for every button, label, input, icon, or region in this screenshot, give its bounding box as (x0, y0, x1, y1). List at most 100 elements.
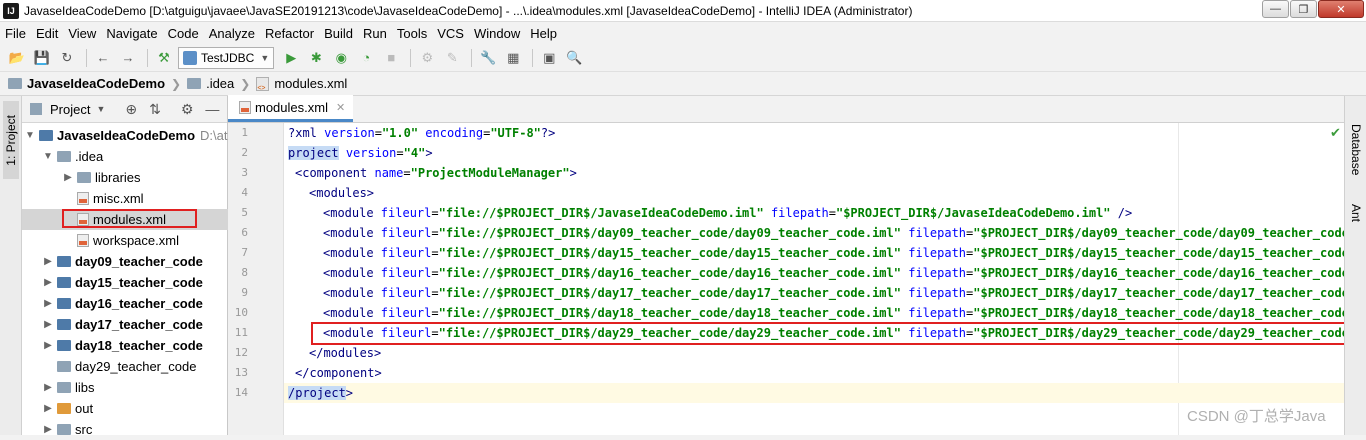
collapse-all-icon[interactable]: ⇅ (149, 101, 161, 118)
close-tab-icon[interactable]: ✕ (336, 101, 345, 114)
code-line-12: </modules> (309, 343, 381, 363)
equals: = (431, 306, 439, 320)
tree-node-day29[interactable]: day29_teacher_code (22, 356, 228, 377)
menu-window[interactable]: Window (469, 26, 525, 41)
menu-tools[interactable]: Tools (392, 26, 432, 41)
expand-arrow-icon[interactable]: ▼ (24, 130, 36, 141)
tree-node-workspace-xml[interactable]: workspace.xml (22, 230, 228, 251)
menu-navigate[interactable]: Navigate (101, 26, 162, 41)
collapse-arrow-icon[interactable]: ▶ (42, 319, 54, 330)
close-button[interactable]: ✕ (1318, 0, 1364, 18)
database-tool-tab[interactable]: Database (1349, 124, 1363, 175)
debug-icon[interactable]: ✱ (305, 47, 327, 69)
tree-node-libraries[interactable]: ▶ libraries (22, 167, 228, 188)
menu-build[interactable]: Build (319, 26, 358, 41)
gear-icon[interactable]: ⚙ (181, 101, 194, 118)
tree-node-day15[interactable]: ▶ day15_teacher_code (22, 272, 228, 293)
hide-panel-icon[interactable]: — (205, 101, 219, 117)
code-editor[interactable]: ?xml version="1.0" encoding="UTF-8"?> pr… (284, 123, 1344, 435)
coverage-icon[interactable]: ◉ (330, 47, 352, 69)
chevron-down-icon[interactable]: ▼ (96, 104, 105, 114)
tab-label: modules.xml (255, 99, 328, 115)
tree-node-src[interactable]: ▶ src (22, 419, 228, 440)
attr-value: "$PROJECT_DIR$/JavaseIdeaCodeDemo.iml" (835, 206, 1111, 220)
line-number: 9 (241, 286, 248, 299)
run-config-icon (183, 50, 197, 65)
wrench-settings-icon[interactable]: 🔧 (477, 47, 499, 69)
commit-icon[interactable]: ✎ (441, 47, 463, 69)
menu-help[interactable]: Help (525, 26, 562, 41)
tree-node-idea[interactable]: ▼ .idea (22, 146, 228, 167)
forward-arrow-icon[interactable]: → (117, 47, 139, 69)
attr-name: fileurl (380, 306, 432, 320)
tree-node-day09[interactable]: ▶ day09_teacher_code (22, 251, 228, 272)
menu-vcs[interactable]: VCS (432, 26, 469, 41)
menu-code[interactable]: Code (163, 26, 204, 41)
attr-value: "$PROJECT_DIR$/day18_teacher_code/day18_… (973, 306, 1344, 320)
project-tool-tab-label: 1: Project (4, 114, 18, 166)
tag-name: <module (323, 246, 381, 260)
ant-tool-tab[interactable]: Ant (1349, 204, 1363, 222)
menu-view[interactable]: View (63, 26, 101, 41)
update-icon[interactable]: ⚙ (416, 47, 438, 69)
expand-arrow-icon[interactable]: ▼ (42, 151, 54, 162)
attr-value: "$PROJECT_DIR$/day17_teacher_code/day17_… (973, 286, 1344, 300)
save-icon[interactable]: 💾 (31, 47, 53, 69)
tree-node-misc-xml[interactable]: misc.xml (22, 188, 228, 209)
tag-name: <modules> (309, 186, 375, 200)
toolbar-separator (532, 48, 534, 67)
locate-icon[interactable]: ⊕ (125, 101, 137, 118)
breadcrumb-folder[interactable]: .idea (187, 76, 234, 91)
maximize-button[interactable]: ❐ (1290, 0, 1317, 18)
line-number: 4 (241, 186, 248, 199)
tree-node-root[interactable]: ▼ JavaseIdeaCodeDemo D:\at (22, 125, 228, 146)
project-structure-icon[interactable]: ▦ (502, 47, 524, 69)
menu-file[interactable]: File (0, 26, 31, 41)
menu-refactor[interactable]: Refactor (260, 26, 319, 41)
tree-node-day18[interactable]: ▶ day18_teacher_code (22, 335, 228, 356)
equals: = (431, 206, 439, 220)
stop-icon[interactable]: ■ (380, 47, 402, 69)
run-config-selector[interactable]: TestJDBC ▼ (178, 46, 275, 69)
menu-edit[interactable]: Edit (31, 26, 63, 41)
tree-node-day16[interactable]: ▶ day16_teacher_code (22, 293, 228, 314)
build-hammer-icon[interactable]: ⚒ (153, 47, 175, 69)
equals: = (396, 146, 404, 160)
tab-modules-xml[interactable]: modules.xml ✕ (228, 95, 354, 122)
collapse-arrow-icon[interactable]: ▶ (42, 382, 54, 393)
collapse-arrow-icon[interactable]: ▶ (42, 277, 54, 288)
search-icon[interactable]: 🔍 (563, 47, 585, 69)
menu-run[interactable]: Run (358, 26, 392, 41)
project-view-selector[interactable]: Project (50, 102, 90, 117)
back-arrow-icon[interactable]: ← (92, 47, 114, 69)
module-folder-icon (57, 319, 71, 330)
terminal-icon[interactable]: ▣ (538, 47, 560, 69)
breadcrumb-file[interactable]: modules.xml (256, 76, 347, 92)
collapse-arrow-icon[interactable]: ▶ (42, 298, 54, 309)
tree-node-label: day15_teacher_code (75, 275, 203, 290)
attr-name: filepath (908, 266, 967, 280)
collapse-arrow-icon[interactable]: ▶ (42, 424, 54, 435)
attr-name: version (345, 146, 397, 160)
project-tool-tab[interactable]: 1: Project (3, 101, 19, 179)
attr-name: version (324, 126, 375, 140)
line-number: 11 (234, 326, 248, 339)
collapse-arrow-icon[interactable]: ▶ (42, 403, 54, 414)
tag-name: <component (295, 166, 375, 180)
module-folder-icon (57, 277, 71, 288)
menu-analyze[interactable]: Analyze (204, 26, 260, 41)
collapse-arrow-icon[interactable]: ▶ (62, 172, 74, 183)
tree-node-out[interactable]: ▶ out (22, 398, 228, 419)
inspection-ok-icon[interactable]: ✔ (1330, 125, 1341, 141)
collapse-arrow-icon[interactable]: ▶ (42, 256, 54, 267)
breadcrumb-project[interactable]: JavaseIdeaCodeDemo (8, 76, 165, 91)
breadcrumb-folder-label: .idea (206, 76, 235, 91)
profile-icon[interactable]: ◔ (355, 47, 377, 69)
tree-node-day17[interactable]: ▶ day17_teacher_code (22, 314, 228, 335)
tree-node-libs[interactable]: ▶ libs (22, 377, 228, 398)
collapse-arrow-icon[interactable]: ▶ (42, 340, 54, 351)
sync-icon[interactable]: ↻ (56, 47, 78, 69)
run-icon[interactable]: ▶ (280, 47, 302, 69)
open-folder-icon[interactable]: 📂 (6, 47, 28, 69)
minimize-button[interactable]: — (1262, 0, 1289, 18)
